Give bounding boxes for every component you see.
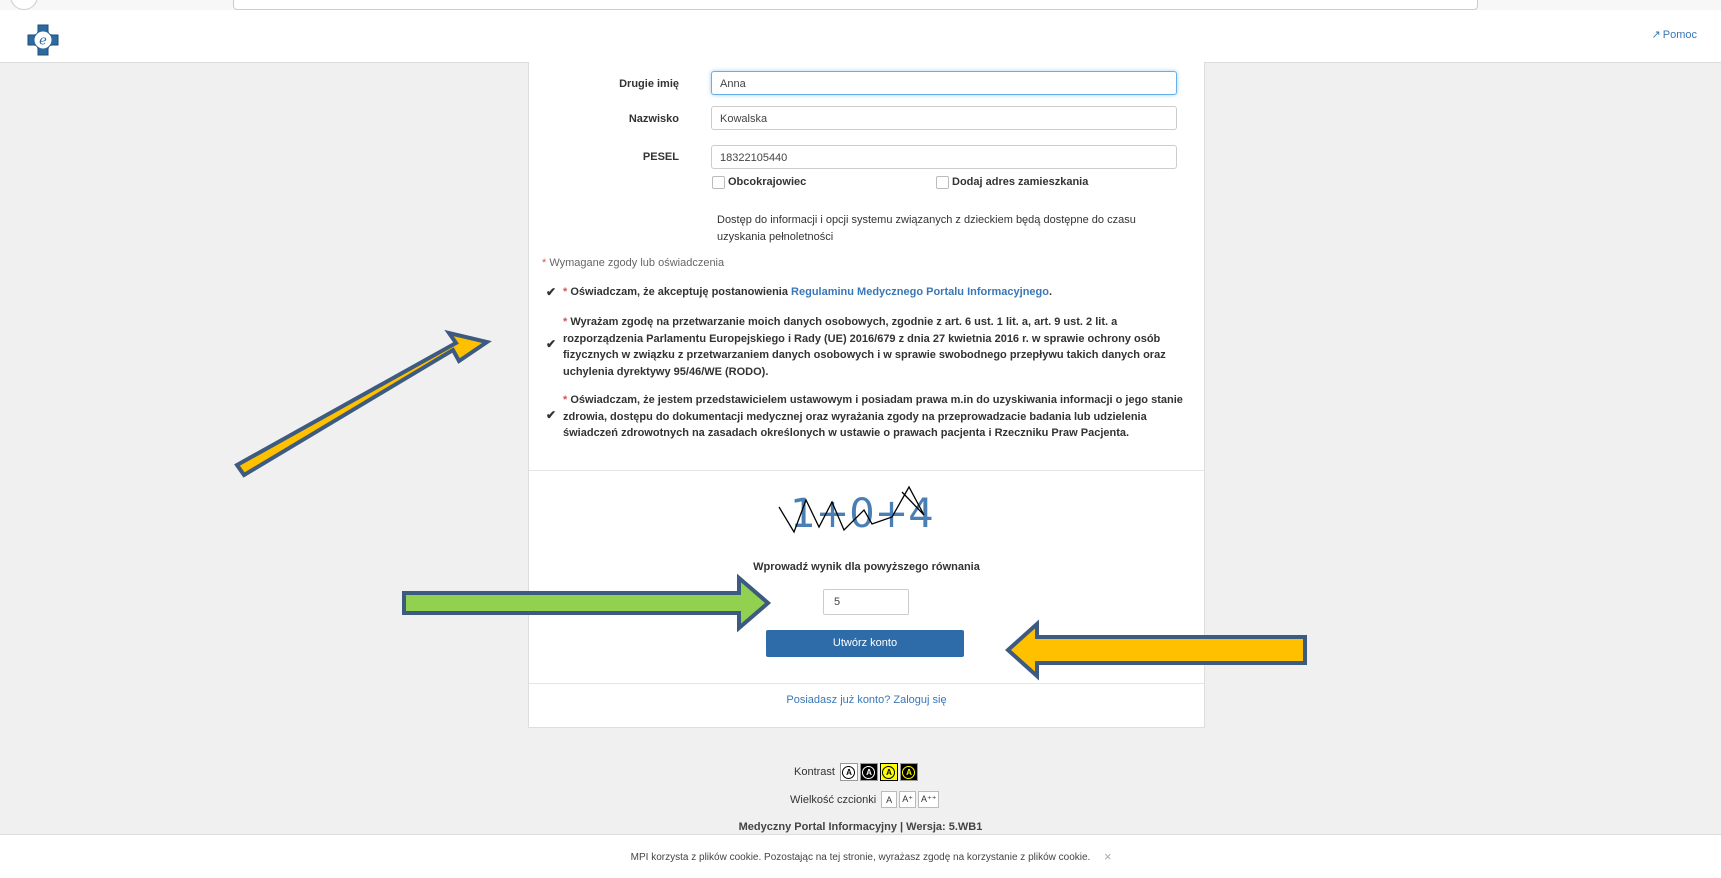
green-right-arrow bbox=[402, 573, 772, 633]
yellow-left-arrow bbox=[1005, 619, 1307, 681]
yellow-diagonal-arrow bbox=[234, 329, 492, 478]
annotation-arrows bbox=[234, 329, 1307, 681]
